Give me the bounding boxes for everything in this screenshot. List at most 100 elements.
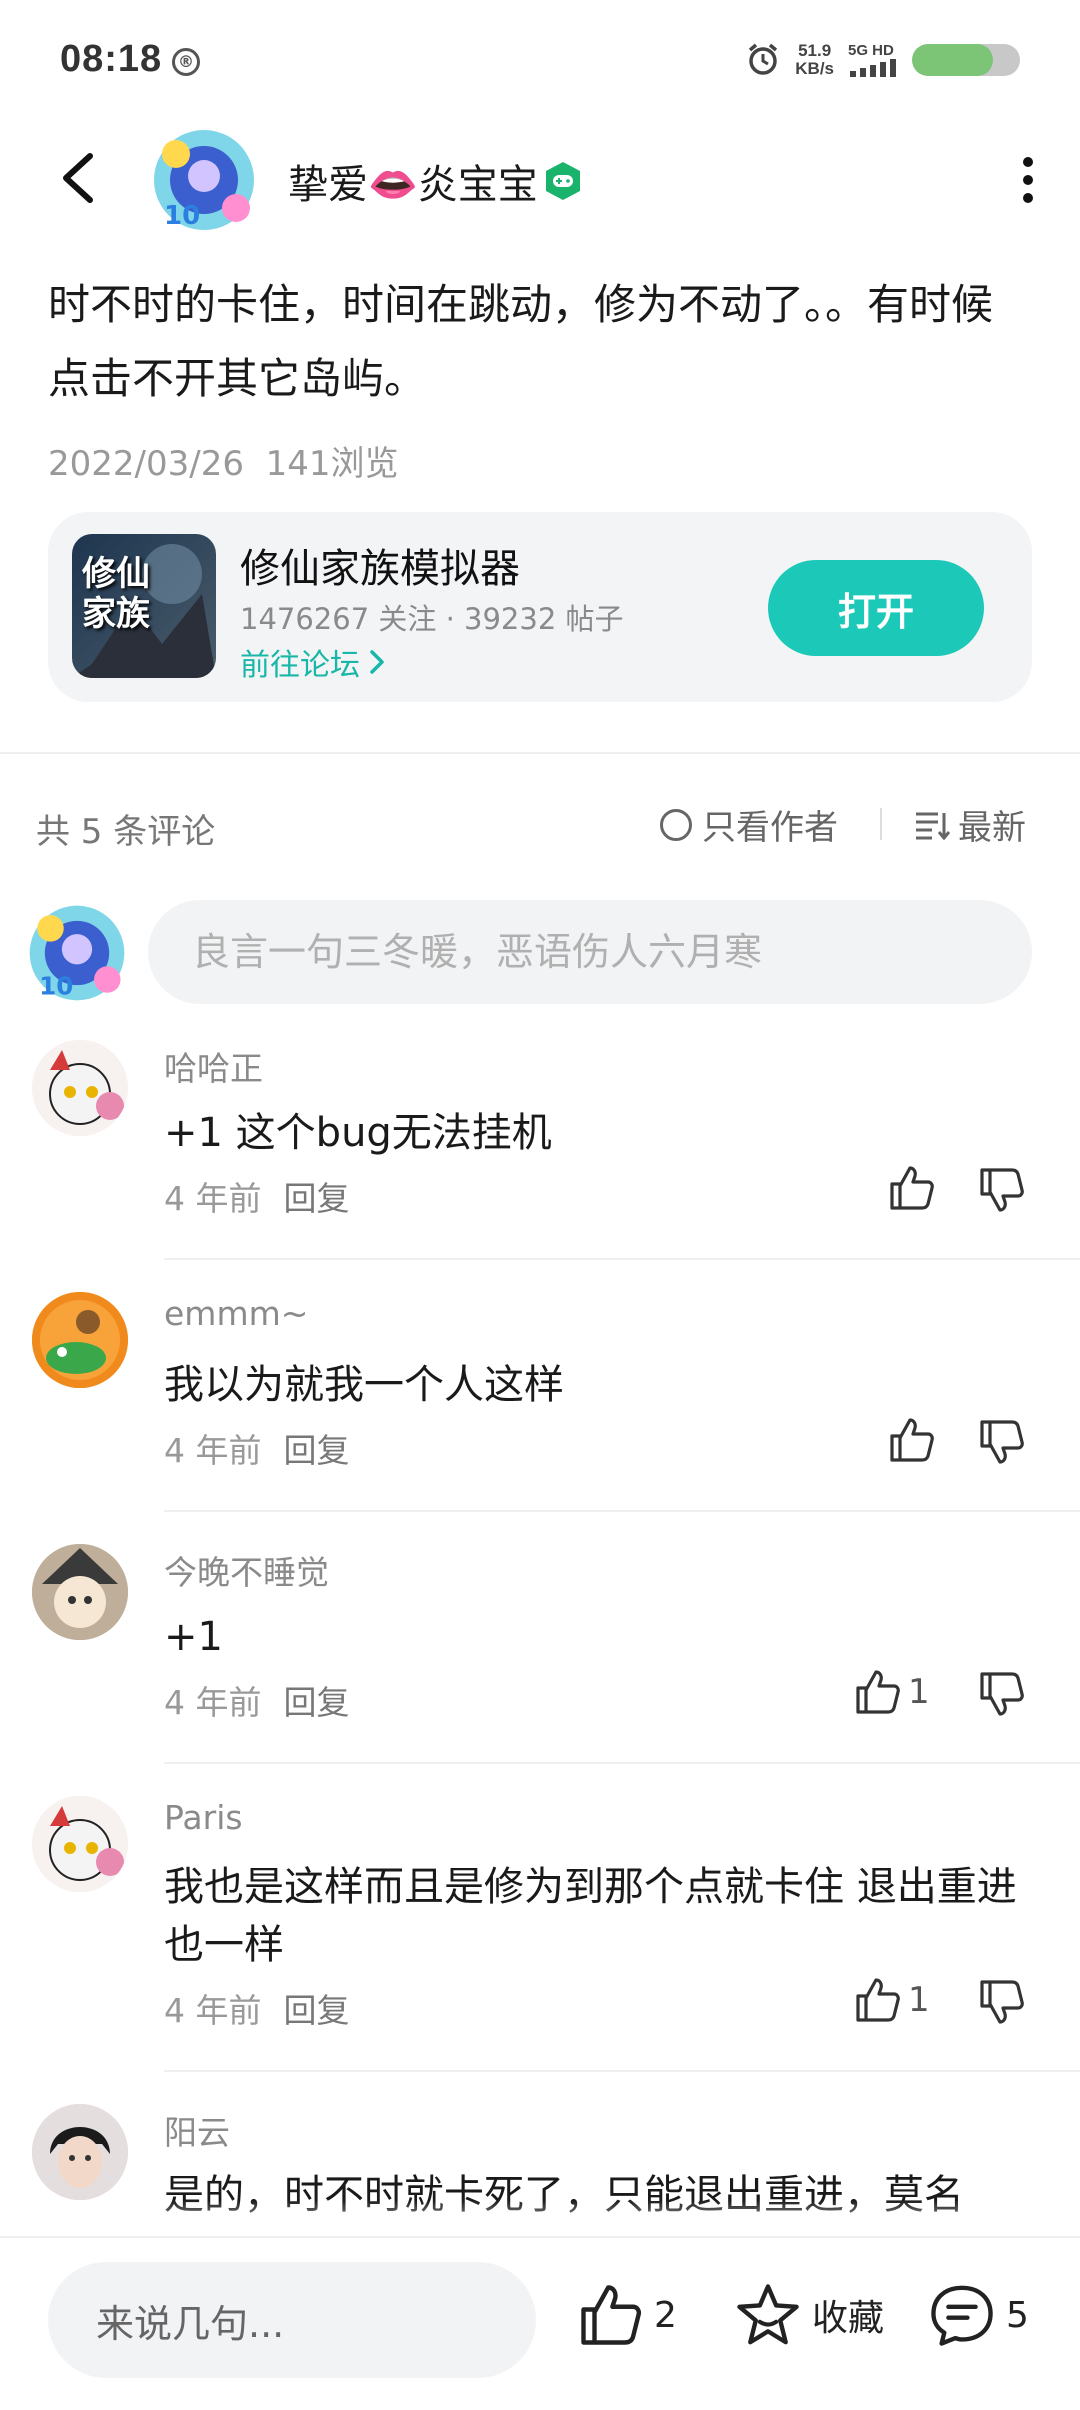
post-like-button[interactable]: 2 xyxy=(578,2282,677,2348)
forum-link-label[interactable]: 前往论坛 xyxy=(240,640,360,684)
commenter-avatar[interactable] xyxy=(32,2104,128,2200)
comment-item: emmm~ 我以为就我一个人这样 4 年前 回复 xyxy=(0,1292,1080,1512)
commenter-avatar[interactable] xyxy=(32,1292,128,1388)
comment-meta: 4 年前 回复 xyxy=(164,1424,350,1472)
thumbs-up-icon[interactable] xyxy=(854,1976,902,2024)
comment-text: +1 xyxy=(164,1614,223,1660)
game-name[interactable]: 修仙家族模拟器 xyxy=(240,536,520,594)
favorite-button[interactable]: 收藏 xyxy=(734,2282,884,2348)
post-meta: 2022/03/26 141浏览 xyxy=(48,436,399,485)
reply-button[interactable]: 回复 xyxy=(284,1676,350,1724)
author-only-label[interactable]: 只看作者 xyxy=(702,800,838,849)
commenter-name[interactable]: 今晚不睡觉 xyxy=(164,1546,329,1594)
comment-item: Paris 我也是这样而且是修为到那个点就卡住 退出重进也一样 4 年前 回复 … xyxy=(0,1796,1080,2072)
commenter-name[interactable]: 哈哈正 xyxy=(164,1042,263,1090)
thumbs-down-icon[interactable] xyxy=(978,1418,1026,1466)
thumbs-down-icon[interactable] xyxy=(978,1166,1026,1214)
comment-bubble-icon[interactable] xyxy=(928,2282,996,2348)
author-name-row[interactable]: 挚爱👄炎宝宝 xyxy=(288,152,584,210)
comment-text: +1 这个bug无法挂机 xyxy=(164,1110,552,1156)
thumbs-up-icon[interactable] xyxy=(578,2282,644,2348)
comment-text: 我以为就我一个人这样 xyxy=(164,1362,564,1408)
reply-button[interactable]: 回复 xyxy=(284,1424,350,1472)
comment-text: 我也是这样而且是修为到那个点就卡住 退出重进也一样 xyxy=(164,1864,1017,1968)
comment-time: 4 年前 xyxy=(164,1179,262,1218)
like-count: 1 xyxy=(908,1672,930,1712)
my-avatar: 10 xyxy=(22,900,132,1006)
commenter-name[interactable]: Paris xyxy=(164,1798,243,1837)
thumbs-down-icon[interactable] xyxy=(978,1978,1026,2026)
comments-button[interactable]: 5 xyxy=(928,2282,1029,2348)
comment-time: 4 年前 xyxy=(164,1431,262,1470)
registered-status-icon: ® xyxy=(172,48,200,76)
comment-divider xyxy=(164,1762,1080,1764)
svg-text:10: 10 xyxy=(39,972,73,1001)
sort-icon xyxy=(916,812,950,840)
like-button[interactable] xyxy=(888,1416,942,1464)
favorite-label[interactable]: 收藏 xyxy=(812,2289,884,2341)
open-game-button[interactable]: 打开 xyxy=(768,560,984,656)
signal-label: 5G HD xyxy=(848,42,894,59)
more-options-icon[interactable] xyxy=(1016,154,1040,206)
status-time: 08:18 xyxy=(60,38,163,80)
sort-button[interactable]: 最新 xyxy=(914,800,1026,849)
svg-text:10: 10 xyxy=(164,201,200,231)
network-speed-unit: KB/s xyxy=(795,59,834,78)
network-speed: 51.9 KB/s xyxy=(795,42,834,78)
comments-count: 5 xyxy=(1006,2294,1029,2336)
like-button[interactable]: 1 xyxy=(854,1976,930,2024)
thumbs-down-icon[interactable] xyxy=(978,1670,1026,1718)
author-avatar[interactable]: 10 xyxy=(146,124,262,236)
post-content: 时不时的卡住，时间在跳动，修为不动了。。有时候点击不开其它岛屿。 xyxy=(48,280,994,403)
thumbs-up-icon[interactable] xyxy=(888,1416,936,1464)
comment-time: 4 年前 xyxy=(164,1991,262,2030)
star-icon[interactable] xyxy=(734,2282,802,2348)
commenter-avatar[interactable] xyxy=(32,1040,128,1136)
section-divider xyxy=(0,752,1080,754)
commenter-avatar[interactable] xyxy=(32,1796,128,1892)
forum-link[interactable]: 前往论坛 xyxy=(240,640,386,684)
status-right-group: 51.9 KB/s 5G HD xyxy=(745,40,1020,80)
comment-meta: 4 年前 回复 xyxy=(164,1172,350,1220)
reply-button[interactable]: 回复 xyxy=(284,1984,350,2032)
battery-fill xyxy=(912,44,993,76)
thumbs-up-icon[interactable] xyxy=(888,1164,936,1212)
like-button[interactable]: 1 xyxy=(854,1668,930,1716)
signal-group: 5G HD xyxy=(848,43,898,77)
commenter-avatar[interactable] xyxy=(32,1544,128,1640)
comment-input[interactable] xyxy=(148,900,1032,1004)
comment-count: 共 5 条评论 xyxy=(36,812,216,852)
comment-divider xyxy=(164,1510,1080,1512)
author-only-toggle[interactable]: 只看作者 xyxy=(660,800,838,849)
author-name[interactable]: 挚爱👄炎宝宝 xyxy=(288,152,538,210)
comment-divider xyxy=(164,1258,1080,1260)
network-speed-value: 51.9 xyxy=(798,41,832,60)
alarm-icon xyxy=(749,43,778,75)
commenter-name[interactable]: emmm~ xyxy=(164,1294,308,1333)
post-date: 2022/03/26 xyxy=(48,444,244,484)
comment-item: 今晚不睡觉 +1 4 年前 回复 1 xyxy=(0,1544,1080,1764)
comment-meta: 4 年前 回复 xyxy=(164,1984,350,2032)
gamepad-badge-icon xyxy=(545,162,580,200)
comment-meta: 4 年前 回复 xyxy=(164,1676,350,1724)
scroll-fade xyxy=(0,2200,1080,2240)
game-icon[interactable]: 修仙家族 xyxy=(72,534,216,678)
game-stats: 1476267 关注 · 39232 帖子 xyxy=(240,602,624,636)
post-like-count: 2 xyxy=(654,2294,677,2336)
comment-item: 哈哈正 +1 这个bug无法挂机 4 年前 回复 xyxy=(0,1040,1080,1260)
thumbs-up-icon[interactable] xyxy=(854,1668,902,1716)
sort-label[interactable]: 最新 xyxy=(958,800,1026,849)
game-icon-text: 修仙家族 xyxy=(82,554,150,634)
post-views: 141浏览 xyxy=(265,444,399,484)
bottom-comment-input[interactable]: 来说几句... xyxy=(48,2262,536,2378)
like-count: 1 xyxy=(908,1980,930,2020)
chevron-right-icon xyxy=(370,650,384,674)
radio-icon[interactable] xyxy=(660,808,692,841)
battery-indicator xyxy=(912,44,1020,76)
commenter-name[interactable]: 阳云 xyxy=(164,2106,230,2154)
back-arrow-icon[interactable] xyxy=(50,148,110,208)
comment-divider xyxy=(164,2070,1080,2072)
reply-button[interactable]: 回复 xyxy=(284,1172,350,1220)
like-button[interactable] xyxy=(888,1164,942,1212)
sort-divider xyxy=(880,808,882,840)
